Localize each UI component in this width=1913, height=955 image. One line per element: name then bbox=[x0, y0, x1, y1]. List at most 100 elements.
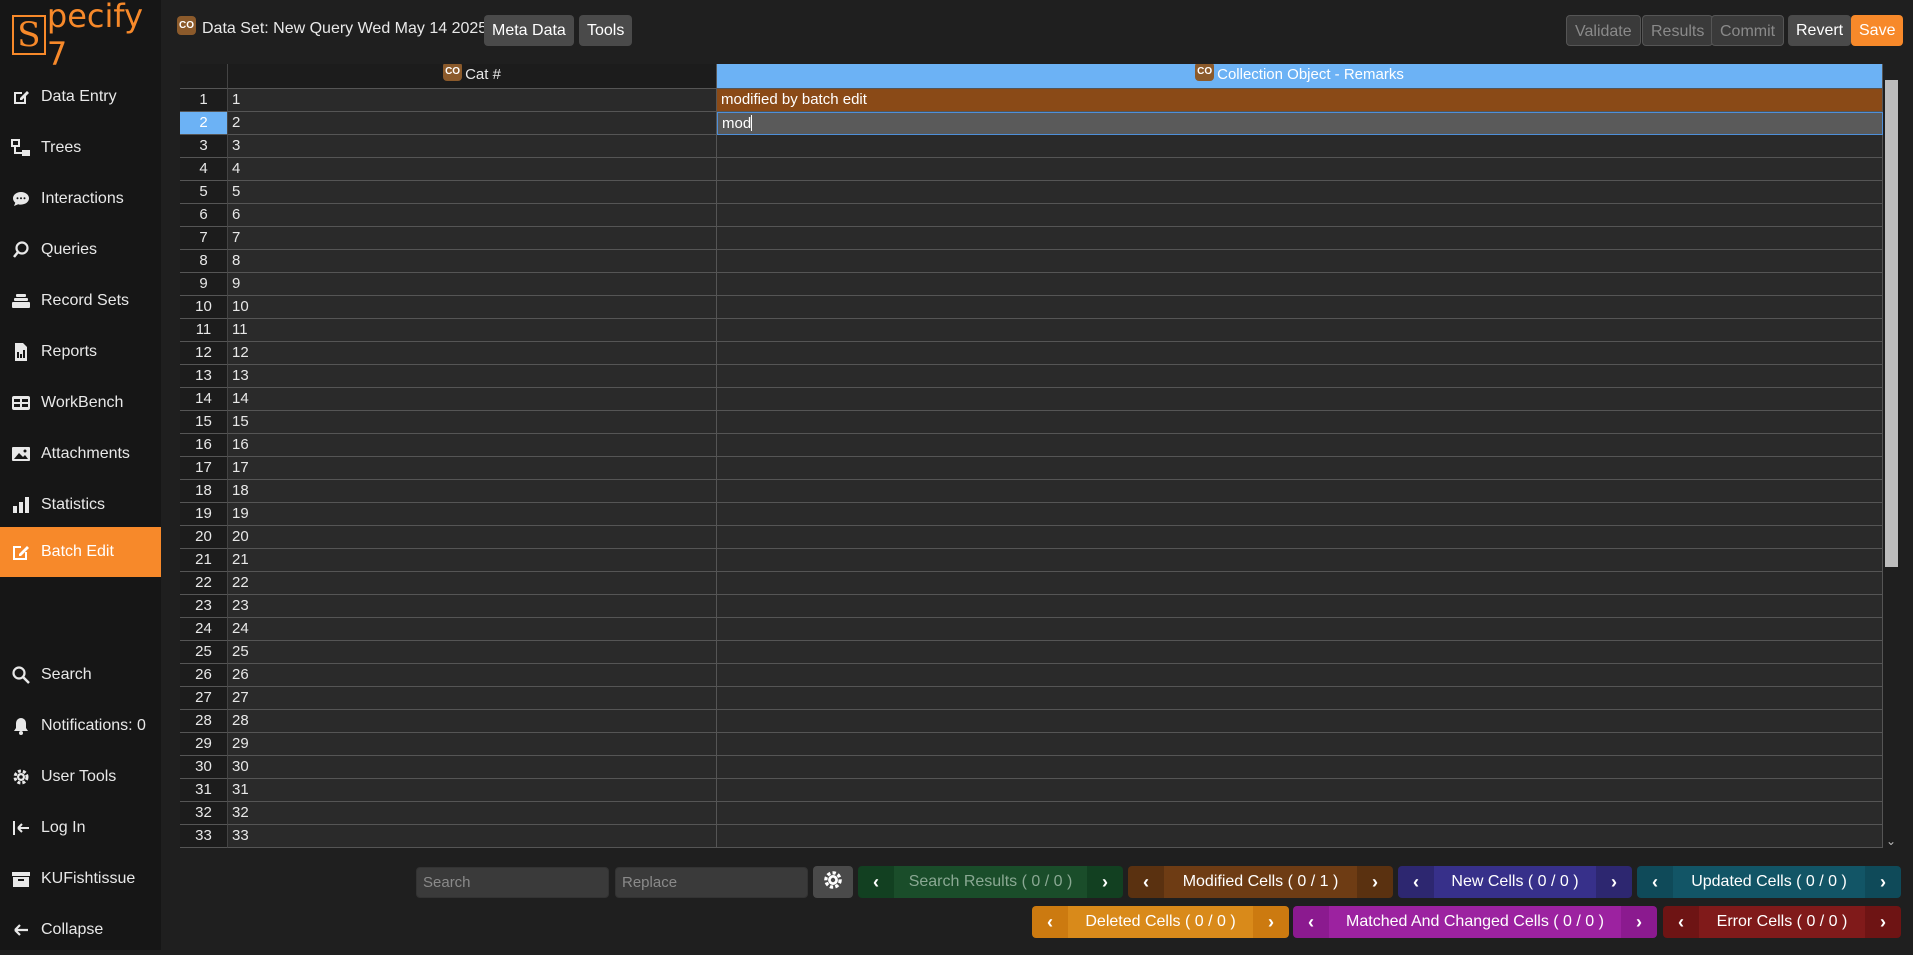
cat-number-cell[interactable]: 16 bbox=[228, 434, 717, 457]
remarks-cell[interactable] bbox=[717, 710, 1883, 733]
sidebar-item-data-entry[interactable]: Data Entry bbox=[0, 72, 161, 122]
remarks-cell[interactable] bbox=[717, 595, 1883, 618]
cat-number-cell[interactable]: 30 bbox=[228, 756, 717, 779]
cat-number-cell[interactable]: 21 bbox=[228, 549, 717, 572]
remarks-cell[interactable] bbox=[717, 664, 1883, 687]
cat-number-cell[interactable]: 17 bbox=[228, 457, 717, 480]
sidebar-item-search[interactable]: Search bbox=[0, 650, 161, 700]
cat-number-cell[interactable]: 6 bbox=[228, 204, 717, 227]
cat-number-cell[interactable]: 11 bbox=[228, 319, 717, 342]
row-number[interactable]: 23 bbox=[180, 595, 228, 618]
sidebar-item-user-tools[interactable]: User Tools bbox=[0, 752, 161, 802]
cat-number-cell[interactable]: 19 bbox=[228, 503, 717, 526]
cat-number-cell[interactable]: 29 bbox=[228, 733, 717, 756]
row-number[interactable]: 31 bbox=[180, 779, 228, 802]
cat-number-cell[interactable]: 26 bbox=[228, 664, 717, 687]
search-input[interactable] bbox=[416, 867, 609, 898]
remarks-cell[interactable] bbox=[717, 480, 1883, 503]
row-number[interactable]: 1 bbox=[180, 89, 228, 112]
cat-number-cell[interactable]: 33 bbox=[228, 825, 717, 848]
results-button[interactable]: Results bbox=[1642, 15, 1714, 46]
remarks-cell[interactable] bbox=[717, 526, 1883, 549]
row-number[interactable]: 19 bbox=[180, 503, 228, 526]
cat-number-cell[interactable]: 27 bbox=[228, 687, 717, 710]
chevron-right-icon[interactable]: › bbox=[1621, 906, 1657, 938]
specify-logo[interactable]: S pecify 7 bbox=[12, 0, 152, 73]
row-number[interactable]: 12 bbox=[180, 342, 228, 365]
chevron-left-icon[interactable]: ‹ bbox=[1293, 906, 1329, 938]
cat-number-cell[interactable]: 32 bbox=[228, 802, 717, 825]
cat-number-cell[interactable]: 9 bbox=[228, 273, 717, 296]
remarks-cell[interactable] bbox=[717, 135, 1883, 158]
remarks-cell[interactable] bbox=[717, 388, 1883, 411]
cat-number-cell[interactable]: 25 bbox=[228, 641, 717, 664]
row-number[interactable]: 27 bbox=[180, 687, 228, 710]
chevron-left-icon[interactable]: ‹ bbox=[1398, 866, 1434, 898]
chevron-right-icon[interactable]: › bbox=[1596, 866, 1632, 898]
sidebar-item-trees[interactable]: Trees bbox=[0, 123, 161, 173]
remarks-cell[interactable] bbox=[717, 687, 1883, 710]
remarks-cell[interactable]: mod bbox=[717, 112, 1883, 135]
chevron-right-icon[interactable]: › bbox=[1865, 866, 1901, 898]
sidebar-item-reports[interactable]: Reports bbox=[0, 327, 161, 377]
save-button[interactable]: Save bbox=[1851, 15, 1904, 46]
sidebar-item-statistics[interactable]: Statistics bbox=[0, 480, 161, 530]
row-number[interactable]: 20 bbox=[180, 526, 228, 549]
row-number[interactable]: 28 bbox=[180, 710, 228, 733]
row-number[interactable]: 25 bbox=[180, 641, 228, 664]
remarks-cell[interactable] bbox=[717, 411, 1883, 434]
cat-number-cell[interactable]: 1 bbox=[228, 89, 717, 112]
sidebar-item-interactions[interactable]: Interactions bbox=[0, 174, 161, 224]
chevron-left-icon[interactable]: ‹ bbox=[858, 866, 894, 898]
column-header-remarks[interactable]: CO Collection Object - Remarks bbox=[717, 64, 1883, 89]
remarks-cell[interactable] bbox=[717, 342, 1883, 365]
row-number[interactable]: 16 bbox=[180, 434, 228, 457]
row-number[interactable]: 14 bbox=[180, 388, 228, 411]
chevron-left-icon[interactable]: ‹ bbox=[1032, 906, 1068, 938]
sidebar-item-notifications[interactable]: Notifications: 0 bbox=[0, 701, 161, 751]
row-number[interactable]: 33 bbox=[180, 825, 228, 848]
cat-number-cell[interactable]: 22 bbox=[228, 572, 717, 595]
row-number[interactable]: 8 bbox=[180, 250, 228, 273]
vertical-scrollbar[interactable]: ⌄ bbox=[1883, 80, 1899, 848]
remarks-cell[interactable] bbox=[717, 549, 1883, 572]
remarks-cell[interactable] bbox=[717, 503, 1883, 526]
sidebar-item-collection[interactable]: KUFishtissue bbox=[0, 854, 161, 904]
sidebar-item-record-sets[interactable]: Record Sets bbox=[0, 276, 161, 326]
remarks-cell[interactable] bbox=[717, 802, 1883, 825]
remarks-cell[interactable] bbox=[717, 457, 1883, 480]
search-settings-button[interactable] bbox=[813, 866, 853, 898]
row-number[interactable]: 32 bbox=[180, 802, 228, 825]
cat-number-cell[interactable]: 20 bbox=[228, 526, 717, 549]
cat-number-cell[interactable]: 4 bbox=[228, 158, 717, 181]
remarks-cell[interactable] bbox=[717, 204, 1883, 227]
remarks-cell[interactable] bbox=[717, 434, 1883, 457]
remarks-cell[interactable] bbox=[717, 250, 1883, 273]
validate-button[interactable]: Validate bbox=[1566, 15, 1641, 46]
column-header-cat-number[interactable]: CO Cat # bbox=[228, 64, 717, 89]
chevron-right-icon[interactable]: › bbox=[1865, 906, 1901, 938]
remarks-cell[interactable] bbox=[717, 572, 1883, 595]
remarks-cell[interactable] bbox=[717, 181, 1883, 204]
cat-number-cell[interactable]: 8 bbox=[228, 250, 717, 273]
row-number[interactable]: 18 bbox=[180, 480, 228, 503]
row-number[interactable]: 24 bbox=[180, 618, 228, 641]
row-number[interactable]: 29 bbox=[180, 733, 228, 756]
sidebar-item-collapse[interactable]: Collapse bbox=[0, 905, 161, 955]
row-number[interactable]: 21 bbox=[180, 549, 228, 572]
remarks-cell[interactable] bbox=[717, 779, 1883, 802]
row-number[interactable]: 10 bbox=[180, 296, 228, 319]
remarks-cell[interactable] bbox=[717, 825, 1883, 848]
chevron-left-icon[interactable]: ‹ bbox=[1663, 906, 1699, 938]
row-number[interactable]: 11 bbox=[180, 319, 228, 342]
row-number[interactable]: 15 bbox=[180, 411, 228, 434]
cat-number-cell[interactable]: 15 bbox=[228, 411, 717, 434]
chevron-left-icon[interactable]: ‹ bbox=[1128, 866, 1164, 898]
cat-number-cell[interactable]: 18 bbox=[228, 480, 717, 503]
remarks-cell[interactable] bbox=[717, 158, 1883, 181]
sidebar-item-log-in[interactable]: Log In bbox=[0, 803, 161, 853]
cat-number-cell[interactable]: 10 bbox=[228, 296, 717, 319]
row-number[interactable]: 22 bbox=[180, 572, 228, 595]
row-number[interactable]: 13 bbox=[180, 365, 228, 388]
sidebar-item-attachments[interactable]: Attachments bbox=[0, 429, 161, 479]
